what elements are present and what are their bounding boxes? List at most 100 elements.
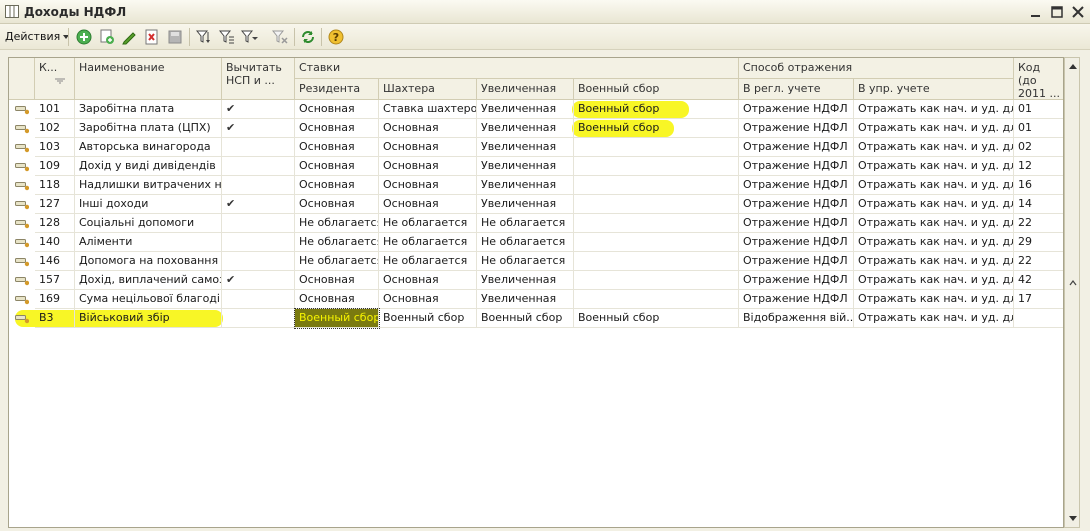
cell-miners[interactable]: Основная bbox=[379, 195, 477, 214]
cell-regl[interactable]: Отражение НДФЛ bbox=[739, 214, 854, 233]
cell-regl[interactable]: Отражение НДФЛ bbox=[739, 138, 854, 157]
cell-oldcode[interactable]: 16 bbox=[1014, 176, 1063, 195]
cell-name[interactable]: Дохід у виді дивідендів bbox=[75, 157, 222, 176]
header-regl[interactable]: В регл. учете bbox=[739, 79, 854, 100]
cell-code[interactable]: 118 bbox=[35, 176, 75, 195]
cell-resident[interactable]: Основная bbox=[295, 176, 379, 195]
cell-code[interactable]: В3 bbox=[35, 309, 75, 328]
cell-name[interactable]: Допомога на поховання bbox=[75, 252, 222, 271]
cell-upr[interactable]: Отражать как нач. и уд. для... bbox=[854, 100, 1014, 119]
cell-military[interactable]: Военный сбор bbox=[574, 119, 739, 138]
cell-upr[interactable]: Отражать как нач. и уд. для... bbox=[854, 271, 1014, 290]
cell-name[interactable]: Сума нецільової благодій... bbox=[75, 290, 222, 309]
cell-code[interactable]: 157 bbox=[35, 271, 75, 290]
cell-miners[interactable]: Основная bbox=[379, 138, 477, 157]
help-icon[interactable]: ? bbox=[327, 28, 345, 46]
cell-name[interactable]: Соціальні допомоги bbox=[75, 214, 222, 233]
cell-military[interactable]: Военный сбор bbox=[574, 309, 739, 328]
cell-increased[interactable]: Не облагается bbox=[477, 214, 574, 233]
scroll-thumb-icon[interactable] bbox=[1069, 279, 1077, 287]
table-row[interactable]: 103 Авторська винагорода Основная Основная У… bbox=[9, 138, 1063, 157]
table-row[interactable]: 109 Дохід у виді дивідендів Основная Основн… bbox=[9, 157, 1063, 176]
scroll-down-icon[interactable] bbox=[1069, 516, 1077, 521]
table-row[interactable]: 157 Дохід, виплачений самоз... ✔ Основная Ос… bbox=[9, 271, 1063, 290]
table-row[interactable]: 102 Заробітна плата (ЦПХ) ✔ Основная Основна… bbox=[9, 119, 1063, 138]
table-row[interactable]: 118Надлишки витрачених на... ОсновнаяОсно… bbox=[9, 176, 1063, 195]
cell-name[interactable]: Надлишки витрачених на... bbox=[75, 176, 222, 195]
cell-name[interactable]: Аліменти bbox=[75, 233, 222, 252]
cell-upr[interactable]: Отражать как нач. и уд. для... bbox=[854, 119, 1014, 138]
cell-oldcode[interactable]: 22 bbox=[1014, 214, 1063, 233]
header-increased[interactable]: Увеличенная bbox=[477, 79, 574, 100]
header-military[interactable]: Военный сбор bbox=[574, 79, 739, 100]
table-row[interactable]: В3 Військовий збір Военный сбор Военный сбо… bbox=[9, 308, 1063, 329]
cell-resident[interactable]: Не облагается bbox=[295, 233, 379, 252]
cell-deduct[interactable]: ✔ bbox=[222, 195, 295, 214]
cell-military[interactable] bbox=[574, 138, 739, 157]
cell-oldcode[interactable]: 14 bbox=[1014, 195, 1063, 214]
cell-military[interactable] bbox=[574, 195, 739, 214]
vertical-scrollbar[interactable] bbox=[1064, 57, 1080, 528]
cell-resident[interactable]: Основная bbox=[295, 138, 379, 157]
header-name[interactable]: Наименование bbox=[75, 58, 222, 100]
table-row[interactable]: 101 Заробітна плата ✔ Основная Ставка шахтер… bbox=[9, 100, 1063, 119]
cell-regl[interactable]: Відображення вій... bbox=[739, 309, 854, 328]
cell-deduct[interactable] bbox=[222, 290, 295, 309]
cell-miners[interactable]: Основная bbox=[379, 119, 477, 138]
cell-upr[interactable]: Отражать как нач. и уд. для... bbox=[854, 195, 1014, 214]
cell-code[interactable]: 109 bbox=[35, 157, 75, 176]
cell-upr[interactable]: Отражать как нач. и уд. для... bbox=[854, 252, 1014, 271]
cell-oldcode[interactable]: 02 bbox=[1014, 138, 1063, 157]
cell-resident[interactable]: Основная bbox=[295, 290, 379, 309]
cell-increased[interactable]: Увеличенная bbox=[477, 157, 574, 176]
cell-oldcode[interactable]: 17 bbox=[1014, 290, 1063, 309]
table-row[interactable]: 169 Сума нецільової благодій... Основная Ос… bbox=[9, 290, 1063, 309]
refresh-icon[interactable] bbox=[299, 28, 317, 46]
cell-regl[interactable]: Отражение НДФЛ bbox=[739, 100, 854, 119]
cell-upr[interactable]: Отражать как нач. и уд. для... bbox=[854, 233, 1014, 252]
cell-oldcode[interactable]: 01 bbox=[1014, 100, 1063, 119]
cell-resident[interactable]: Основная bbox=[295, 195, 379, 214]
header-code[interactable]: К... bbox=[35, 58, 75, 100]
cell-miners[interactable]: Не облагается bbox=[379, 252, 477, 271]
scroll-up-icon[interactable] bbox=[1069, 64, 1077, 69]
cell-miners[interactable]: Военный сбор bbox=[379, 309, 477, 328]
cell-oldcode[interactable]: 01 bbox=[1014, 119, 1063, 138]
table-row[interactable]: 146 Допомога на поховання Не облагается Не … bbox=[9, 252, 1063, 271]
cell-resident[interactable]: Основная bbox=[295, 271, 379, 290]
cell-miners[interactable]: Основная bbox=[379, 157, 477, 176]
cell-deduct[interactable]: ✔ bbox=[222, 100, 295, 119]
delete-icon[interactable] bbox=[143, 28, 161, 46]
close-icon[interactable] bbox=[1071, 5, 1085, 19]
cell-increased[interactable]: Увеличенная bbox=[477, 100, 574, 119]
filter-icon[interactable] bbox=[195, 28, 213, 46]
cell-code[interactable]: 127 bbox=[35, 195, 75, 214]
table-row[interactable]: 127 Інші доходи ✔ Основная Основная Увеличенн… bbox=[9, 195, 1063, 214]
cell-increased[interactable]: Увеличенная bbox=[477, 138, 574, 157]
table-row[interactable]: 128 Соціальні допомоги Не облагается Не обл… bbox=[9, 214, 1063, 233]
cell-resident[interactable]: Не облагается bbox=[295, 252, 379, 271]
cell-military[interactable] bbox=[574, 252, 739, 271]
cell-upr[interactable]: Отражать как нач. и уд. для... bbox=[854, 138, 1014, 157]
cell-code[interactable]: 146 bbox=[35, 252, 75, 271]
cell-miners[interactable]: Основная bbox=[379, 176, 477, 195]
cell-deduct[interactable] bbox=[222, 252, 295, 271]
cell-code[interactable]: 128 bbox=[35, 214, 75, 233]
cell-increased[interactable]: Увеличенная bbox=[477, 195, 574, 214]
cell-upr[interactable]: Отражать как нач. и уд. для... bbox=[854, 290, 1014, 309]
cell-deduct[interactable]: ✔ bbox=[222, 119, 295, 138]
cell-miners[interactable]: Основная bbox=[379, 290, 477, 309]
header-upr[interactable]: В упр. учете bbox=[854, 79, 1014, 100]
cell-regl[interactable]: Отражение НДФЛ bbox=[739, 252, 854, 271]
cell-miners[interactable]: Не облагается bbox=[379, 233, 477, 252]
cell-increased[interactable]: Не облагается bbox=[477, 233, 574, 252]
cell-name[interactable]: Дохід, виплачений самоз... bbox=[75, 271, 222, 290]
filter-settings-icon[interactable] bbox=[218, 28, 236, 46]
cell-oldcode[interactable]: 12 bbox=[1014, 157, 1063, 176]
edit-icon[interactable] bbox=[120, 28, 138, 46]
cell-increased[interactable]: Увеличенная bbox=[477, 176, 574, 195]
cell-oldcode[interactable]: 29 bbox=[1014, 233, 1063, 252]
header-resident[interactable]: Резидента bbox=[295, 79, 379, 100]
header-miners[interactable]: Шахтера bbox=[379, 79, 477, 100]
cell-code[interactable]: 101 bbox=[35, 100, 75, 119]
